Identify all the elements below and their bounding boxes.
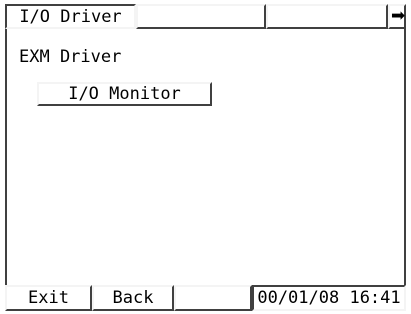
io-monitor-button-label: I/O Monitor <box>68 84 181 104</box>
io-monitor-button[interactable]: I/O Monitor <box>37 82 212 106</box>
tab-io-driver[interactable]: I/O Driver <box>5 4 136 29</box>
tab-blank-1[interactable] <box>136 4 266 29</box>
bottom-blank-button[interactable] <box>174 285 252 311</box>
next-page-button[interactable]: ➡ <box>388 4 406 29</box>
bottom-blank-label <box>176 287 250 309</box>
datetime-text: 00/01/08 16:41 <box>257 288 401 308</box>
exit-button-label: Exit <box>28 288 69 308</box>
back-button-label: Back <box>112 288 154 308</box>
tab-blank-2[interactable] <box>266 4 388 29</box>
section-label-exm-driver: EXM Driver <box>19 47 122 67</box>
hmi-screen: I/O Driver ➡ EXM Driver I/O Monitor Exit… <box>0 0 411 314</box>
tab-blank-1-label <box>138 6 264 27</box>
back-button[interactable]: Back <box>92 285 174 311</box>
arrow-right-icon: ➡ <box>391 6 406 26</box>
main-panel: EXM Driver I/O Monitor <box>5 29 406 285</box>
datetime-display: 00/01/08 16:41 <box>252 285 406 311</box>
tab-io-driver-label: I/O Driver <box>19 6 122 27</box>
exit-button[interactable]: Exit <box>5 285 92 311</box>
tab-blank-2-label <box>268 6 386 27</box>
